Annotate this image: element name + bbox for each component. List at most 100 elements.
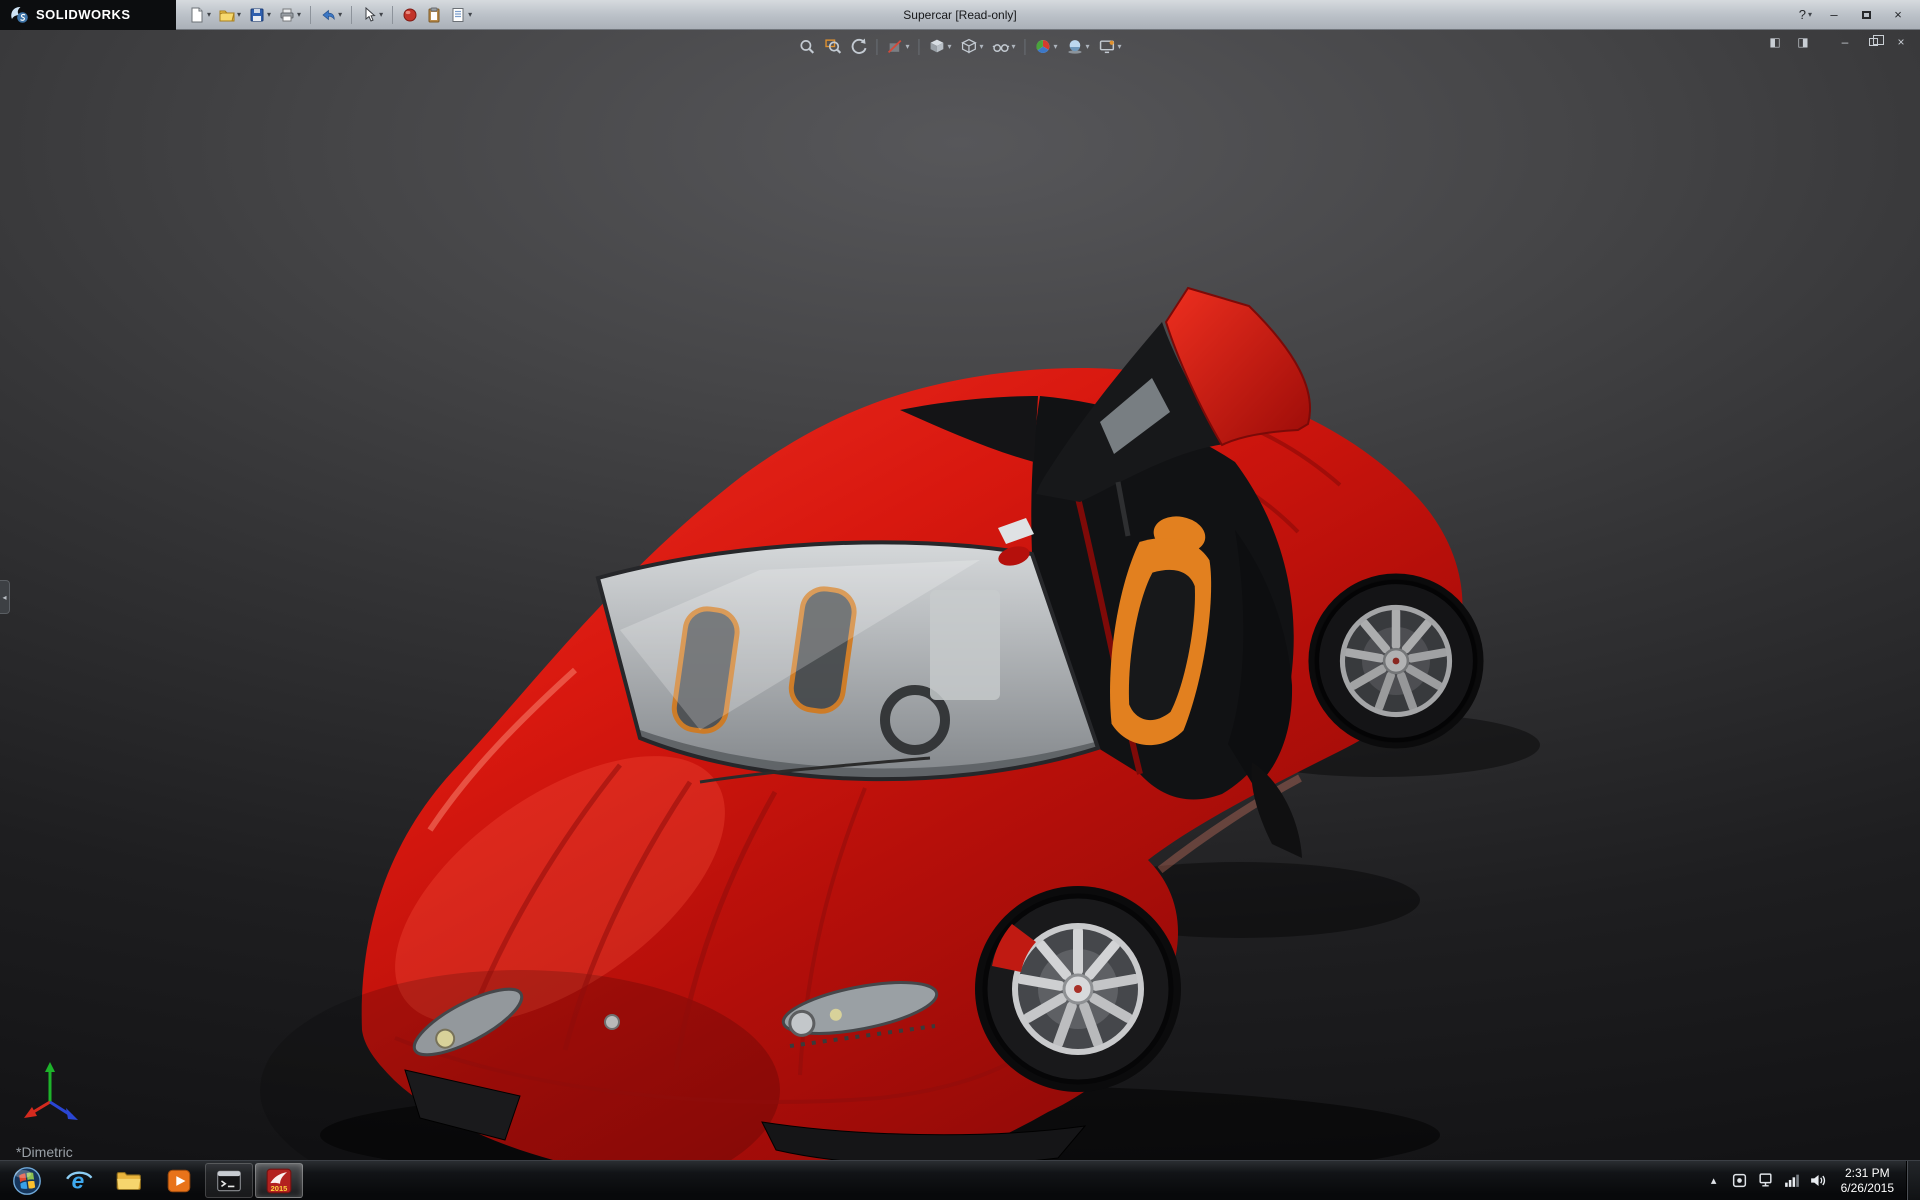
maximize-icon [1862,11,1871,19]
zoom-to-area-button[interactable] [821,36,844,57]
document-window-controls: ◧ ◨ – × [1764,33,1912,51]
apply-scene-button[interactable]: ▾ [1064,36,1093,57]
new-document-button[interactable]: ▾ [186,3,214,27]
3d-scene[interactable] [0,30,1920,1160]
options-sheet-icon [450,7,466,23]
svg-text:2015: 2015 [271,1184,288,1193]
chevron-down-icon[interactable]: ▾ [297,11,301,19]
zoom-area-icon [824,38,841,55]
taskbar-spacer [304,1161,1700,1200]
doc-restore-button[interactable] [1862,33,1884,51]
media-player-icon [165,1167,193,1195]
solidworks-logo: SOLIDWORKS [0,0,176,30]
brand-name: SOLIDWORKS [36,7,131,22]
minimize-button[interactable]: – [1820,5,1848,25]
speaker-icon[interactable] [1809,1172,1826,1189]
chevron-down-icon[interactable]: ▾ [1086,43,1090,51]
dock-right-button[interactable]: ◨ [1792,33,1814,51]
open-folder-icon [219,7,235,23]
previous-view-button[interactable] [847,36,870,57]
toolbar-separator [1025,39,1026,55]
feature-manager-collapsed-tab[interactable]: ◂ [0,580,10,614]
section-view-icon [886,38,903,55]
appearance-button[interactable] [399,3,421,27]
help-button[interactable]: ? ▾ [1795,7,1816,22]
hide-show-glasses-icon [992,38,1009,55]
taskbar-item-command-prompt[interactable] [205,1163,253,1198]
chevron-down-icon[interactable]: ▾ [338,11,342,19]
open-button[interactable]: ▾ [216,3,244,27]
chevron-down-icon[interactable]: ▾ [947,43,951,51]
undo-arrow-icon [320,7,336,23]
clipboard-icon [426,7,442,23]
print-button[interactable]: ▾ [276,3,304,27]
pane-left-icon: ◧ [1769,35,1780,49]
start-button[interactable] [0,1161,54,1200]
internet-explorer-icon: e [65,1167,93,1195]
clipboard-button[interactable] [423,3,445,27]
show-desktop-button[interactable] [1906,1161,1920,1200]
edit-appearance-ball-icon [1035,38,1052,55]
undo-button[interactable]: ▾ [317,3,345,27]
chevron-left-icon: ◂ [2,593,6,602]
view-orientation-button[interactable]: ▾ [925,36,954,57]
supercar-model[interactable] [260,288,1484,1160]
axis-z-blue [66,1108,78,1120]
chevron-down-icon[interactable]: ▾ [237,11,241,19]
taskbar-item-media-player[interactable] [155,1163,203,1198]
previous-view-icon [850,38,867,55]
taskbar-item-file-explorer[interactable] [105,1163,153,1198]
doc-close-button[interactable]: × [1890,33,1912,51]
edit-appearance-button[interactable]: ▾ [1032,36,1061,57]
section-view-button[interactable]: ▾ [883,36,912,57]
axis-y-green [45,1062,55,1072]
options-button[interactable]: ▾ [447,3,475,27]
hood-badge [605,1015,619,1029]
toolbar-separator [876,39,877,55]
display-style-button[interactable]: ▾ [957,36,986,57]
taskbar-item-internet-explorer[interactable]: e [55,1163,103,1198]
windshield[interactable] [598,542,1098,782]
tray-app-icon[interactable] [1731,1172,1748,1189]
graphics-area[interactable]: ▾ ▾ ▾ ▾ [0,30,1920,1160]
taskbar-item-solidworks[interactable]: 2015 [255,1163,303,1198]
network-icon[interactable] [1783,1172,1800,1189]
restore-icon [1869,38,1878,46]
zoom-to-fit-button[interactable] [795,36,818,57]
view-settings-button[interactable]: ▾ [1096,36,1125,57]
dock-left-button[interactable]: ◧ [1764,33,1786,51]
window-controls: ? ▾ – × [1795,5,1920,25]
view-orientation-cube-icon [928,38,945,55]
chevron-down-icon[interactable]: ▾ [905,43,909,51]
print-icon [279,7,295,23]
clock-time: 2:31 PM [1841,1166,1894,1181]
windows-start-orb-icon [12,1166,42,1196]
appearance-sphere-icon [402,7,418,23]
chevron-down-icon[interactable]: ▾ [207,11,211,19]
tray-device-icon[interactable] [1757,1172,1774,1189]
select-button[interactable]: ▾ [358,3,386,27]
standard-toolbar: ▾ ▾ ▾ ▾ [176,3,475,27]
show-hidden-icons-button[interactable]: ▴ [1706,1174,1722,1187]
save-floppy-icon [249,7,265,23]
interior-panel [930,590,1000,700]
chevron-down-icon: ▾ [1808,11,1812,19]
chevron-down-icon[interactable]: ▾ [1011,43,1015,51]
front-wheel[interactable] [975,886,1181,1092]
taskbar-clock[interactable]: 2:31 PM 6/26/2015 [1835,1166,1900,1196]
heads-up-view-toolbar: ▾ ▾ ▾ ▾ [789,34,1130,59]
maximize-button[interactable] [1852,5,1880,25]
hide-show-items-button[interactable]: ▾ [989,36,1018,57]
chevron-down-icon[interactable]: ▾ [267,11,271,19]
toolbar-separator [392,6,393,24]
close-button[interactable]: × [1884,5,1912,25]
save-button[interactable]: ▾ [246,3,274,27]
chevron-down-icon[interactable]: ▾ [979,43,983,51]
chevron-down-icon[interactable]: ▾ [379,11,383,19]
chevron-down-icon[interactable]: ▾ [1118,43,1122,51]
chevron-down-icon[interactable]: ▾ [468,11,472,19]
doc-minimize-button[interactable]: – [1834,33,1856,51]
chevron-down-icon[interactable]: ▾ [1054,43,1058,51]
view-orientation-label: *Dimetric [16,1144,73,1160]
system-tray: ▴ 2:31 PM 6/26/2015 [1700,1161,1906,1200]
